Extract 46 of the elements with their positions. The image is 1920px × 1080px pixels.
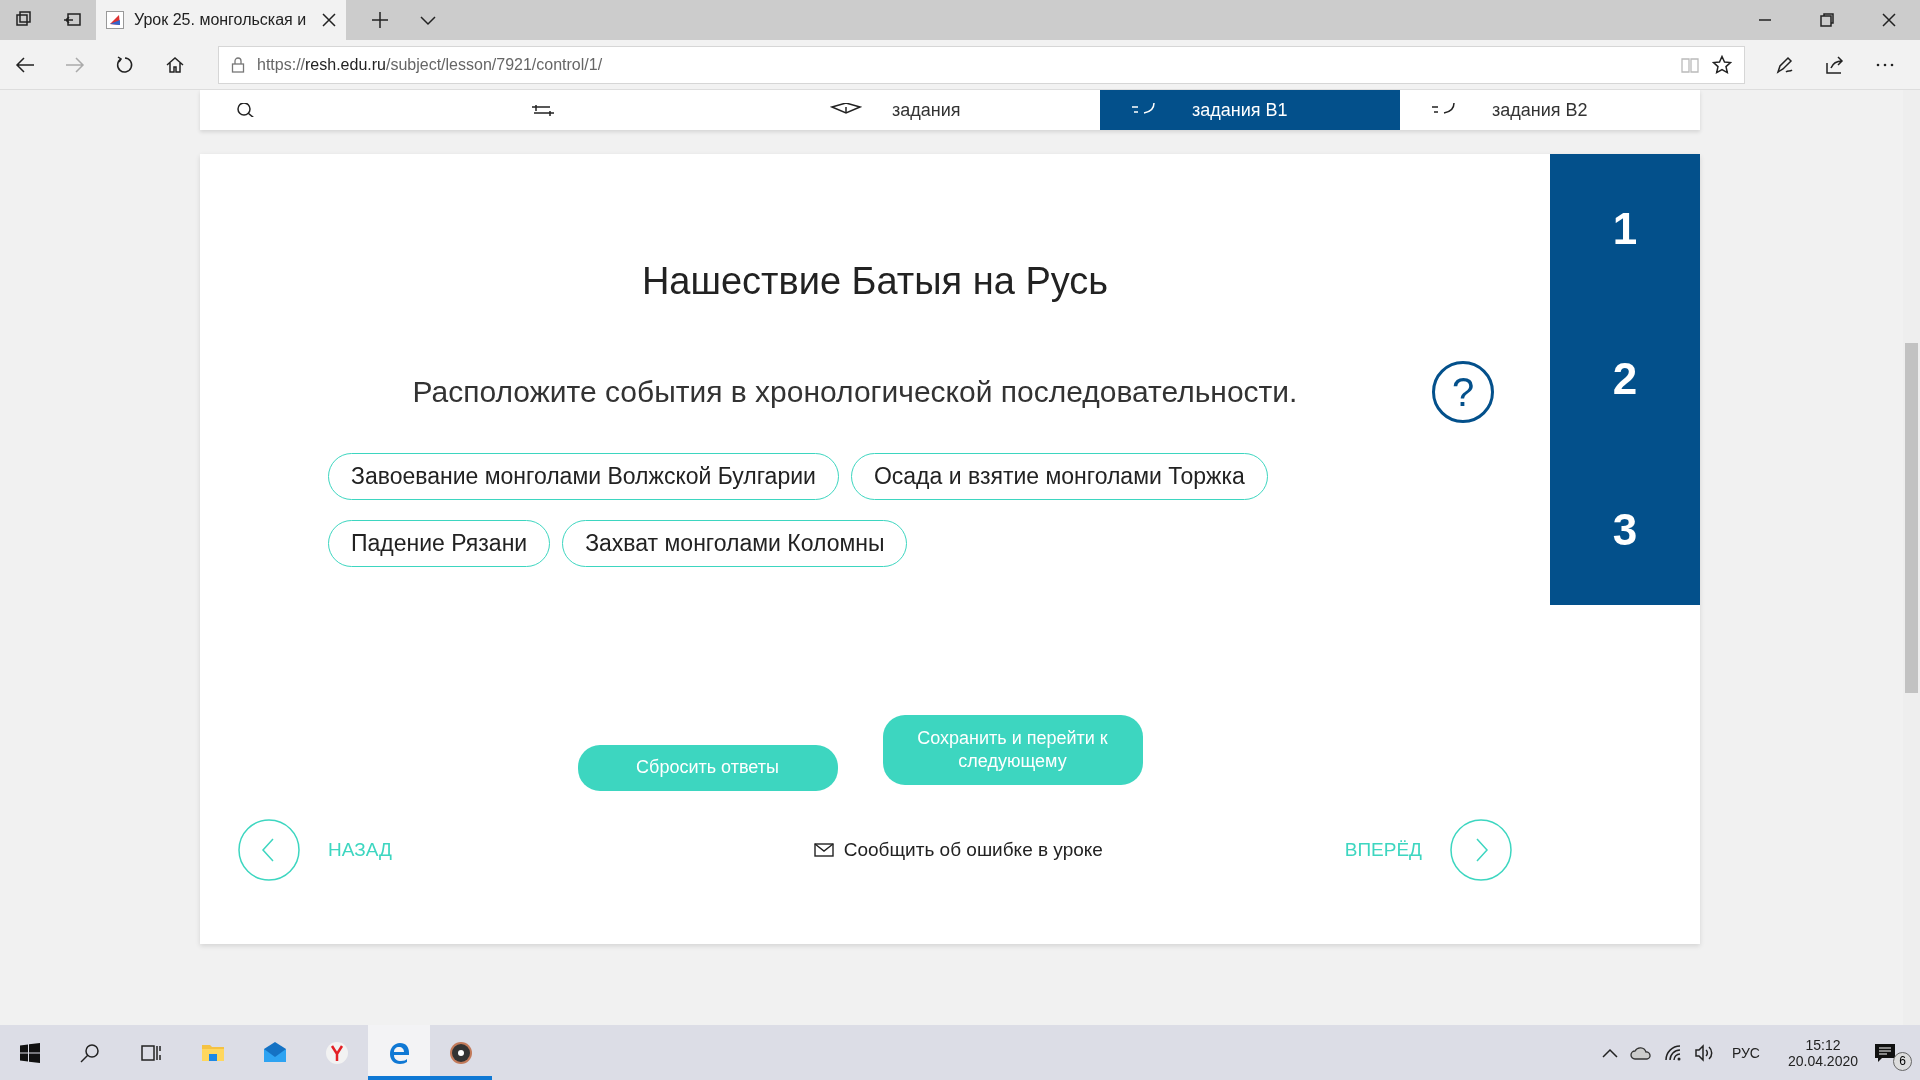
tab-actions-icon[interactable] (15, 11, 33, 29)
help-button[interactable]: ? (1432, 361, 1494, 423)
address-field[interactable]: https://resh.edu.ru/subject/lesson/7921/control/1/ (218, 45, 1745, 84)
browser-tab[interactable]: Урок 25. монгольская и (96, 0, 346, 40)
wifi-icon[interactable] (1663, 1043, 1682, 1062)
clock[interactable]: 15:12 20.04.2020 (1787, 1036, 1858, 1069)
start-icon[interactable] (20, 1042, 40, 1063)
scrollbar-thumb[interactable] (1905, 343, 1918, 693)
lesson-nav-tab[interactable]: задания В1 (1100, 90, 1400, 130)
speaker-icon[interactable] (1693, 1043, 1714, 1062)
restore-icon[interactable] (1820, 13, 1834, 27)
slot-number: 2 (1612, 354, 1638, 405)
chevron-up-icon[interactable] (1601, 1047, 1618, 1058)
back-icon[interactable] (15, 54, 35, 75)
task-prompt: Расположите события в хронологической последовательности. (411, 375, 1299, 409)
mail-icon (263, 1040, 287, 1065)
refresh-icon[interactable] (115, 54, 135, 75)
lesson-nav-tab[interactable]: задания В2 (1400, 90, 1700, 130)
notifications-icon[interactable] (1874, 1042, 1896, 1063)
site-favicon-icon (106, 11, 124, 29)
lesson-nav-tab[interactable]: задания (800, 90, 1100, 130)
task-view-icon[interactable] (140, 1042, 162, 1063)
task-title: Нашествие Батыя на Русь (640, 260, 1110, 303)
report-error-link[interactable]: Сообщить об ошибке в уроке (843, 839, 1103, 861)
set-aside-tabs-icon[interactable] (63, 11, 81, 29)
star-icon[interactable] (1712, 54, 1732, 75)
home-icon[interactable] (165, 54, 185, 75)
forward-icon (65, 54, 85, 75)
url-text: https://resh.edu.ru/subject/lesson/7921/control/1/ (257, 55, 603, 74)
yandex-y-icon (325, 1040, 349, 1065)
close-icon[interactable] (1882, 13, 1896, 27)
edge-e-icon (387, 1040, 411, 1065)
mail-icon (813, 843, 834, 857)
slot-number: 1 (1612, 204, 1638, 255)
share-icon[interactable] (1825, 54, 1845, 75)
lock-icon (231, 56, 245, 73)
taskbar-button[interactable] (368, 1025, 430, 1080)
disc-icon (449, 1040, 473, 1065)
tab-title: Урок 25. монгольская и (134, 11, 308, 29)
search-icon[interactable] (80, 1042, 100, 1063)
cloud-icon[interactable] (1629, 1045, 1652, 1060)
language-indicator[interactable]: РУС (1731, 1044, 1760, 1061)
notification-count: 6 (1893, 1051, 1912, 1071)
close-icon[interactable] (322, 13, 336, 27)
slot-number: 3 (1612, 504, 1638, 555)
new-tab-icon[interactable] (371, 11, 389, 29)
